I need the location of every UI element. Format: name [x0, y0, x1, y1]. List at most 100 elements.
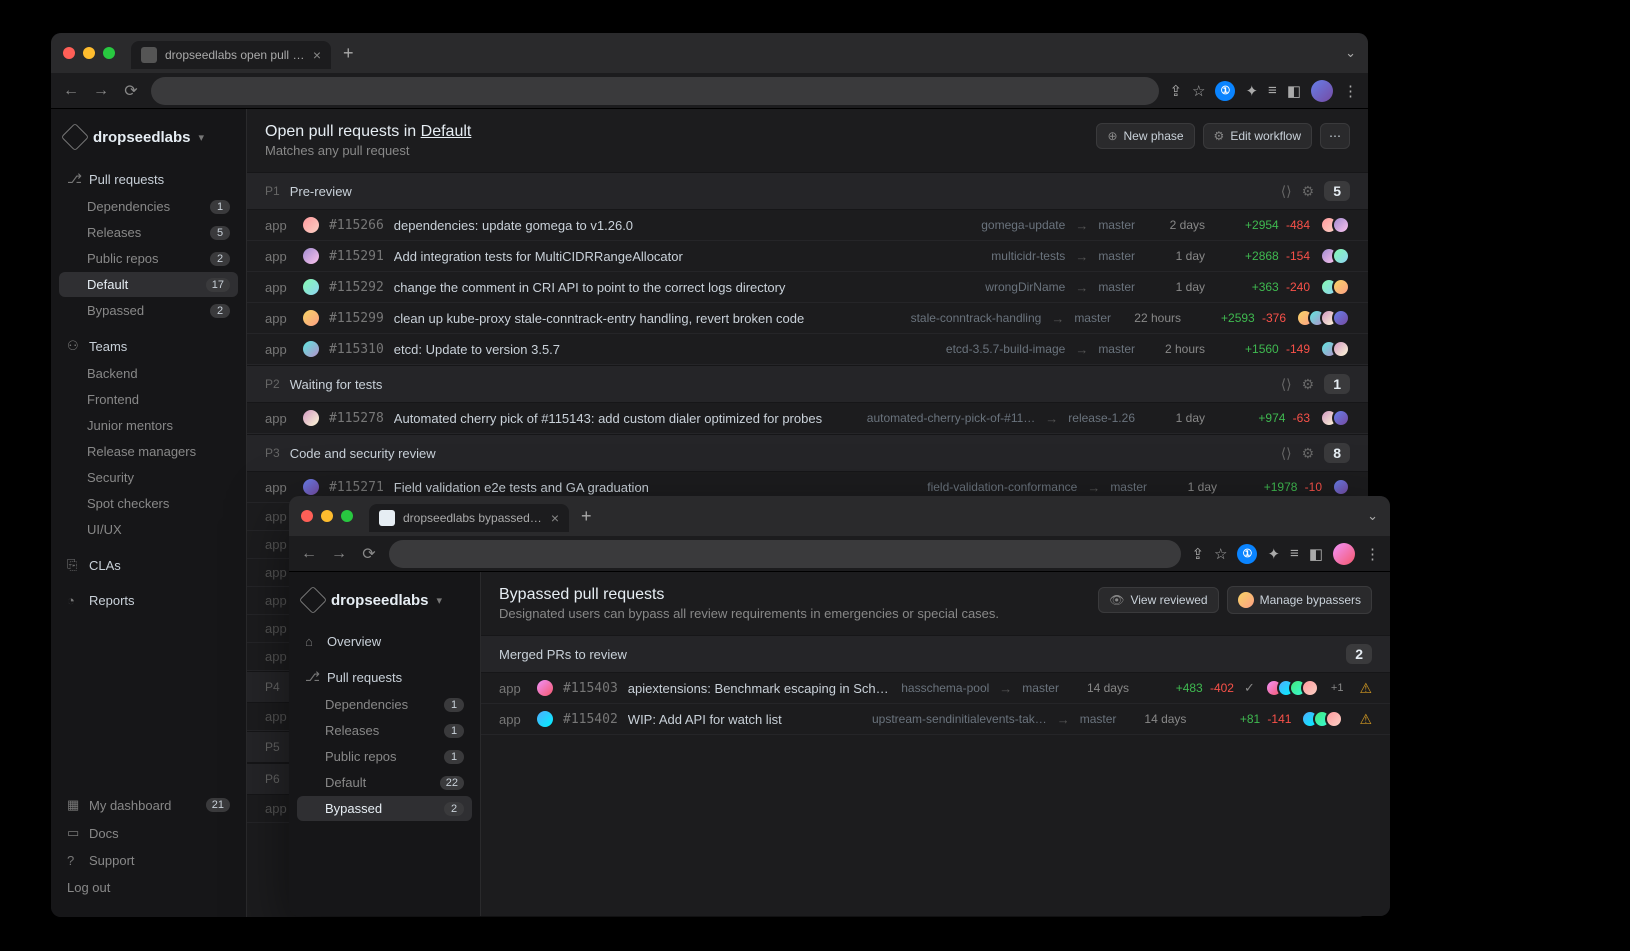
sidebar-item-bypassed[interactable]: Bypassed2: [297, 796, 472, 821]
gear-icon[interactable]: ⚙: [1302, 445, 1315, 462]
sidebar-reports[interactable]: ◔ Reports: [59, 587, 238, 614]
forward-button[interactable]: →: [91, 82, 111, 100]
sidebar-item-default[interactable]: Default22: [297, 770, 472, 795]
share-icon[interactable]: ⇪: [1169, 82, 1182, 100]
menu-icon[interactable]: ⋮: [1343, 82, 1358, 100]
pr-title: Add integration tests for MultiCIDRRange…: [394, 249, 982, 264]
sidepanel-icon[interactable]: ◧: [1309, 545, 1323, 563]
more-actions-button[interactable]: ⋯: [1320, 123, 1350, 149]
new-phase-button[interactable]: ⊕New phase: [1096, 123, 1194, 149]
pr-row[interactable]: app #115403 apiextensions: Benchmark esc…: [481, 673, 1390, 704]
new-tab-button[interactable]: +: [343, 43, 354, 64]
close-tab-icon[interactable]: ×: [551, 510, 559, 526]
sidebar-item-dependencies[interactable]: Dependencies1: [59, 194, 238, 219]
reload-button[interactable]: ⟳: [359, 544, 379, 564]
sidebar-item-release-managers[interactable]: Release managers: [59, 439, 238, 464]
pr-target-branch: master: [1074, 311, 1111, 325]
maximize-window-button[interactable]: [341, 510, 353, 522]
sidebar-item-security[interactable]: Security: [59, 465, 238, 490]
address-bar[interactable]: [389, 540, 1181, 568]
sidebar-support[interactable]: ? Support: [59, 847, 238, 874]
sidebar-item-spot-checkers[interactable]: Spot checkers: [59, 491, 238, 516]
sidebar-item-count: 17: [206, 278, 230, 292]
minimize-window-button[interactable]: [321, 510, 333, 522]
close-window-button[interactable]: [63, 47, 75, 59]
sidebar-item-default[interactable]: Default17: [59, 272, 238, 297]
sidebar-my-dashboard[interactable]: ▦ My dashboard 21: [59, 791, 238, 819]
share-icon[interactable]: ⇪: [1191, 545, 1204, 563]
sidebar-logout[interactable]: Log out: [59, 874, 238, 901]
sidebar-pull-requests[interactable]: ⎇ Pull requests: [297, 663, 472, 691]
workspace-switcher[interactable]: dropseedlabs ▾: [289, 584, 480, 624]
pr-diff-stats: +483 -402: [1139, 681, 1234, 695]
sidebar-item-releases[interactable]: Releases5: [59, 220, 238, 245]
new-tab-button[interactable]: +: [581, 506, 592, 527]
bookmark-icon[interactable]: ☆: [1192, 82, 1205, 100]
code-icon[interactable]: ⟨⟩: [1281, 445, 1292, 462]
code-icon[interactable]: ⟨⟩: [1281, 183, 1292, 200]
back-button[interactable]: ←: [299, 545, 319, 563]
sidebar-teams[interactable]: ⚇ Teams: [59, 332, 238, 360]
sidebar-item-junior-mentors[interactable]: Junior mentors: [59, 413, 238, 438]
sidebar-clas[interactable]: ⎘ CLAs: [59, 551, 238, 579]
profile-avatar[interactable]: [1311, 80, 1333, 102]
pr-diff-stats: +974 -63: [1215, 411, 1310, 425]
pr-row[interactable]: app #115292 change the comment in CRI AP…: [247, 272, 1368, 303]
workflow-link[interactable]: Default: [421, 123, 472, 140]
tabs-dropdown-icon[interactable]: ⌄: [1367, 508, 1378, 524]
pr-row[interactable]: app #115310 etcd: Update to version 3.5.…: [247, 334, 1368, 365]
extensions-icon[interactable]: ✦: [1267, 545, 1280, 563]
close-window-button[interactable]: [301, 510, 313, 522]
bookmark-icon[interactable]: ☆: [1214, 545, 1227, 563]
manage-bypassers-button[interactable]: Manage bypassers: [1227, 586, 1372, 614]
browser-tab[interactable]: dropseedlabs bypassed pull re ×: [369, 504, 569, 532]
gear-icon[interactable]: ⚙: [1302, 183, 1315, 200]
sidebar-item-dependencies[interactable]: Dependencies1: [297, 692, 472, 717]
pr-row[interactable]: app #115299 clean up kube-proxy stale-co…: [247, 303, 1368, 334]
profile-avatar[interactable]: [1333, 543, 1355, 565]
view-reviewed-button[interactable]: 👁View reviewed: [1098, 587, 1218, 613]
edit-workflow-button[interactable]: ⚙Edit workflow: [1203, 123, 1312, 149]
avatar: [1301, 679, 1319, 697]
pr-target-branch: master: [1098, 218, 1135, 232]
pr-number: #115271: [329, 480, 384, 495]
sidepanel-icon[interactable]: ◧: [1287, 82, 1301, 100]
reload-button[interactable]: ⟳: [121, 81, 141, 101]
avatar: [1332, 409, 1350, 427]
reading-list-icon[interactable]: ≡: [1290, 545, 1299, 562]
pr-row[interactable]: app #115278 Automated cherry pick of #11…: [247, 403, 1368, 434]
sidebar-item-releases[interactable]: Releases1: [297, 718, 472, 743]
pr-row[interactable]: app #115266 dependencies: update gomega …: [247, 210, 1368, 241]
browser-tab[interactable]: dropseedlabs open pull reques ×: [131, 41, 331, 69]
workspace-switcher[interactable]: dropseedlabs ▾: [51, 121, 246, 161]
close-tab-icon[interactable]: ×: [313, 47, 321, 63]
extensions-icon[interactable]: ✦: [1245, 82, 1258, 100]
code-icon[interactable]: ⟨⟩: [1281, 376, 1292, 393]
menu-icon[interactable]: ⋮: [1365, 545, 1380, 563]
workspace-icon: [61, 123, 89, 151]
sidebar-item-ui/ux[interactable]: UI/UX: [59, 517, 238, 542]
sidebar-docs[interactable]: ▭ Docs: [59, 819, 238, 847]
address-bar[interactable]: [151, 77, 1159, 105]
sidebar-item-frontend[interactable]: Frontend: [59, 387, 238, 412]
gear-icon[interactable]: ⚙: [1302, 376, 1315, 393]
sidebar-item-public-repos[interactable]: Public repos1: [297, 744, 472, 769]
maximize-window-button[interactable]: [103, 47, 115, 59]
sidebar-item-label: Frontend: [87, 392, 139, 407]
tabs-dropdown-icon[interactable]: ⌄: [1345, 45, 1356, 61]
sidebar-pull-requests[interactable]: ⎇ Pull requests: [59, 165, 238, 193]
sidebar-item-backend[interactable]: Backend: [59, 361, 238, 386]
reading-list-icon[interactable]: ≡: [1268, 82, 1277, 99]
pr-source-branch: automated-cherry-pick-of-#11…: [867, 411, 1036, 425]
sidebar-overview[interactable]: ⌂ Overview: [297, 628, 472, 655]
phase-name: Waiting for tests: [290, 377, 383, 392]
password-manager-icon[interactable]: ①: [1215, 81, 1235, 101]
pr-row[interactable]: app #115291 Add integration tests for Mu…: [247, 241, 1368, 272]
sidebar-item-public-repos[interactable]: Public repos2: [59, 246, 238, 271]
forward-button[interactable]: →: [329, 545, 349, 563]
minimize-window-button[interactable]: [83, 47, 95, 59]
pr-row[interactable]: app #115402 WIP: Add API for watch list …: [481, 704, 1390, 735]
password-manager-icon[interactable]: ①: [1237, 544, 1257, 564]
back-button[interactable]: ←: [61, 82, 81, 100]
sidebar-item-bypassed[interactable]: Bypassed2: [59, 298, 238, 323]
